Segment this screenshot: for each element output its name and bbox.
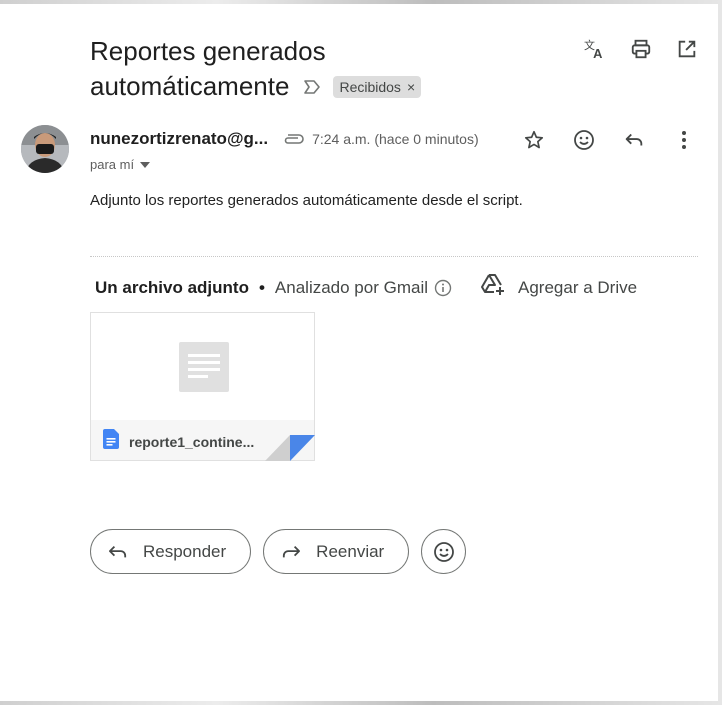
- divider: [90, 256, 698, 257]
- print-icon[interactable]: [629, 37, 653, 61]
- open-in-new-icon[interactable]: [675, 37, 699, 61]
- subject-line-1: Reportes generados: [90, 36, 326, 66]
- sender-name[interactable]: nunezortizrenato@g...: [90, 129, 268, 149]
- reply-icon[interactable]: [622, 128, 646, 152]
- attachment-preview: [91, 313, 314, 420]
- chevron-down-icon: [140, 161, 151, 168]
- google-doc-icon: [103, 429, 119, 454]
- email-subject: Reportes generados automáticamente Recib…: [90, 34, 560, 104]
- email-view: Reportes generados automáticamente Recib…: [0, 4, 718, 701]
- emoji-reaction-button[interactable]: [421, 529, 467, 574]
- top-toolbar: 文A: [583, 37, 699, 61]
- separator-dot: •: [258, 277, 265, 297]
- attachment-count: Un archivo adjunto: [95, 277, 249, 297]
- email-time: 7:24 a.m. (hace 0 minutos): [312, 131, 479, 147]
- label-chip-text: Recibidos: [339, 78, 401, 95]
- label-chip-inbox[interactable]: Recibidos ×: [333, 75, 422, 98]
- label-chip-remove-button[interactable]: ×: [407, 76, 415, 98]
- svg-text:A: A: [593, 46, 602, 60]
- translate-icon[interactable]: 文A: [583, 37, 607, 61]
- attachment-file-name: reporte1_contine...: [129, 433, 255, 450]
- email-body: Adjunto los reportes generados automátic…: [90, 192, 523, 209]
- reply-actions: Responder Reenviar: [90, 529, 467, 574]
- page-fold-icon: [265, 435, 315, 461]
- recipient-label: para mí: [90, 157, 135, 172]
- recipient-dropdown[interactable]: para mí: [90, 157, 151, 172]
- forward-button[interactable]: Reenviar: [263, 529, 410, 574]
- subject-line-2: automáticamente: [90, 71, 290, 101]
- scanned-by-gmail: Analizado por Gmail: [274, 277, 428, 297]
- emoji-icon[interactable]: [572, 128, 596, 152]
- star-icon[interactable]: [522, 128, 546, 152]
- reply-label: Responder: [143, 541, 227, 561]
- label-arrow-icon[interactable]: [303, 79, 321, 95]
- paperclip-icon: [282, 133, 304, 145]
- reply-button[interactable]: Responder: [90, 529, 252, 574]
- sender-row: nunezortizrenato@g... 7:24 a.m. (hace 0 …: [90, 129, 479, 149]
- attachments-header: Un archivo adjunto • Analizado por Gmail…: [95, 273, 637, 302]
- add-to-drive-button[interactable]: Agregar a Drive: [480, 273, 637, 302]
- drive-label: Agregar a Drive: [518, 277, 638, 297]
- info-icon[interactable]: [434, 279, 452, 297]
- avatar[interactable]: [21, 125, 69, 173]
- message-actions: [522, 128, 696, 152]
- document-thumbnail-icon: [179, 342, 229, 392]
- forward-label: Reenviar: [316, 541, 385, 561]
- attachment-card[interactable]: reporte1_contine...: [90, 312, 315, 461]
- drive-add-icon: [480, 273, 506, 302]
- attachment-file-row: reporte1_contine...: [103, 429, 254, 454]
- more-vert-icon[interactable]: [672, 128, 696, 152]
